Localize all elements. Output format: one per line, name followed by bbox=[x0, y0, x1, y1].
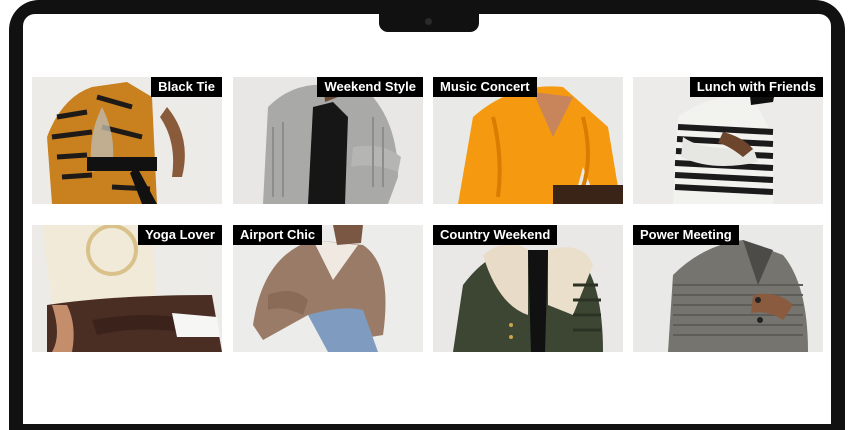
camera-icon bbox=[425, 18, 432, 25]
category-label: Weekend Style bbox=[317, 77, 423, 97]
category-tile-music-concert[interactable]: Music Concert bbox=[433, 77, 623, 204]
category-label: Country Weekend bbox=[433, 225, 558, 245]
camera-notch bbox=[379, 14, 479, 32]
category-label: Yoga Lover bbox=[138, 225, 222, 245]
category-tile-yoga-lover[interactable]: Yoga Lover bbox=[32, 225, 222, 352]
category-tile-country-weekend[interactable]: Country Weekend bbox=[433, 225, 623, 352]
category-tile-airport-chic[interactable]: Airport Chic bbox=[233, 225, 423, 352]
category-tile-black-tie[interactable]: Black Tie bbox=[32, 77, 222, 204]
category-tile-power-meeting[interactable]: Power Meeting bbox=[633, 225, 823, 352]
category-label: Power Meeting bbox=[633, 225, 739, 245]
category-label: Airport Chic bbox=[233, 225, 323, 245]
category-tile-weekend-style[interactable]: Weekend Style bbox=[233, 77, 423, 204]
category-label: Lunch with Friends bbox=[689, 77, 823, 97]
category-label: Music Concert bbox=[433, 77, 537, 97]
screen bbox=[23, 14, 831, 424]
category-tile-lunch-with-friends[interactable]: Lunch with Friends bbox=[633, 77, 823, 204]
category-label: Black Tie bbox=[151, 77, 222, 97]
